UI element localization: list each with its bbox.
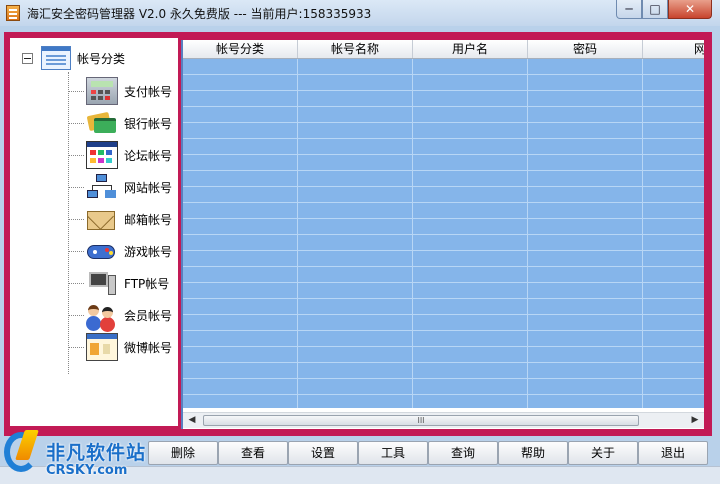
- column-header-account-name[interactable]: 帐号名称: [298, 40, 413, 58]
- column-header-website[interactable]: 网: [643, 40, 704, 58]
- title-bar[interactable]: 海汇安全密码管理器 V2.0 永久免费版 --- 当前用户:158335933 …: [0, 0, 720, 26]
- tree-item-label: 支付帐号: [124, 84, 173, 99]
- weibo-window-icon: [86, 333, 118, 361]
- tree-item-label: 邮箱帐号: [124, 212, 173, 227]
- help-button[interactable]: 帮助: [498, 441, 568, 465]
- tree-item-label: 游戏帐号: [124, 244, 173, 259]
- tree-item-website[interactable]: 网站帐号: [68, 172, 172, 202]
- tree-item-email[interactable]: 邮箱帐号: [68, 204, 172, 234]
- scroll-grip-icon: III: [417, 416, 425, 425]
- scroll-right-icon[interactable]: ▶: [688, 414, 702, 427]
- network-icon: [86, 173, 118, 201]
- forum-window-icon: [86, 141, 118, 169]
- close-icon: ✕: [684, 2, 696, 16]
- gamepad-icon: [86, 237, 118, 265]
- collapse-toggle-icon[interactable]: [22, 52, 33, 64]
- column-header-category[interactable]: 帐号分类: [183, 40, 298, 58]
- tree-item-label: 论坛帐号: [124, 148, 173, 163]
- ftp-server-icon: [86, 269, 118, 297]
- close-button[interactable]: ✕: [668, 0, 712, 19]
- tree-item-game[interactable]: 游戏帐号: [68, 236, 172, 266]
- tree-item-label: 网站帐号: [124, 180, 173, 195]
- tree-item-payment[interactable]: 支付帐号: [68, 76, 172, 106]
- crsky-watermark: 非凡软件站 CRSKY.com: [2, 428, 164, 484]
- column-header-password[interactable]: 密码: [528, 40, 643, 58]
- tree-root-label: 帐号分类: [77, 51, 126, 66]
- about-button[interactable]: 关于: [568, 441, 638, 465]
- tree-item-forum[interactable]: 论坛帐号: [68, 140, 172, 170]
- tree-item-bank[interactable]: 银行帐号: [68, 108, 172, 138]
- envelope-icon: [86, 205, 118, 233]
- scroll-left-icon[interactable]: ◀: [185, 414, 199, 427]
- tree-item-weibo[interactable]: 微博帐号: [68, 332, 172, 362]
- grid-body[interactable]: [183, 59, 704, 408]
- watermark-chinese: 非凡软件站: [46, 442, 147, 464]
- tree-item-label: 会员帐号: [124, 308, 173, 323]
- settings-button[interactable]: 设置: [288, 441, 358, 465]
- crsky-logo-icon: [4, 430, 44, 476]
- minimize-button[interactable]: ─: [616, 0, 642, 19]
- scroll-thumb[interactable]: III: [203, 415, 639, 426]
- minimize-icon: ─: [625, 2, 633, 16]
- exit-button[interactable]: 退出: [638, 441, 708, 465]
- tree-item-label: FTP帐号: [124, 276, 170, 291]
- view-button[interactable]: 查看: [218, 441, 288, 465]
- grid-header: 帐号分类 帐号名称 用户名 密码 网: [183, 40, 704, 59]
- category-tree[interactable]: 帐号分类 支付帐号 银行帐号 论坛帐号 网站帐号 邮箱帐号 游戏帐号 FTP帐号: [10, 38, 178, 426]
- members-icon: [86, 301, 118, 329]
- column-header-username[interactable]: 用户名: [413, 40, 528, 58]
- maximize-icon: □: [649, 2, 661, 16]
- list-document-icon: [41, 46, 71, 70]
- account-grid[interactable]: 帐号分类 帐号名称 用户名 密码 网 ◀ III ▶: [181, 40, 704, 429]
- query-button[interactable]: 查询: [428, 441, 498, 465]
- watermark-english: CRSKY.com: [46, 463, 128, 478]
- app-icon: [6, 5, 20, 21]
- tree-item-ftp[interactable]: FTP帐号: [68, 268, 169, 298]
- tree-item-member[interactable]: 会员帐号: [68, 300, 172, 330]
- tree-item-label: 银行帐号: [124, 116, 173, 131]
- calculator-icon: [86, 77, 118, 105]
- bank-card-icon: [86, 109, 118, 137]
- tools-button[interactable]: 工具: [358, 441, 428, 465]
- maximize-button[interactable]: □: [642, 0, 668, 19]
- tree-item-label: 微博帐号: [124, 340, 173, 355]
- window-title: 海汇安全密码管理器 V2.0 永久免费版 --- 当前用户:158335933: [27, 7, 372, 21]
- tree-root-node[interactable]: 帐号分类: [22, 44, 125, 72]
- horizontal-scrollbar[interactable]: ◀ III ▶: [183, 412, 704, 428]
